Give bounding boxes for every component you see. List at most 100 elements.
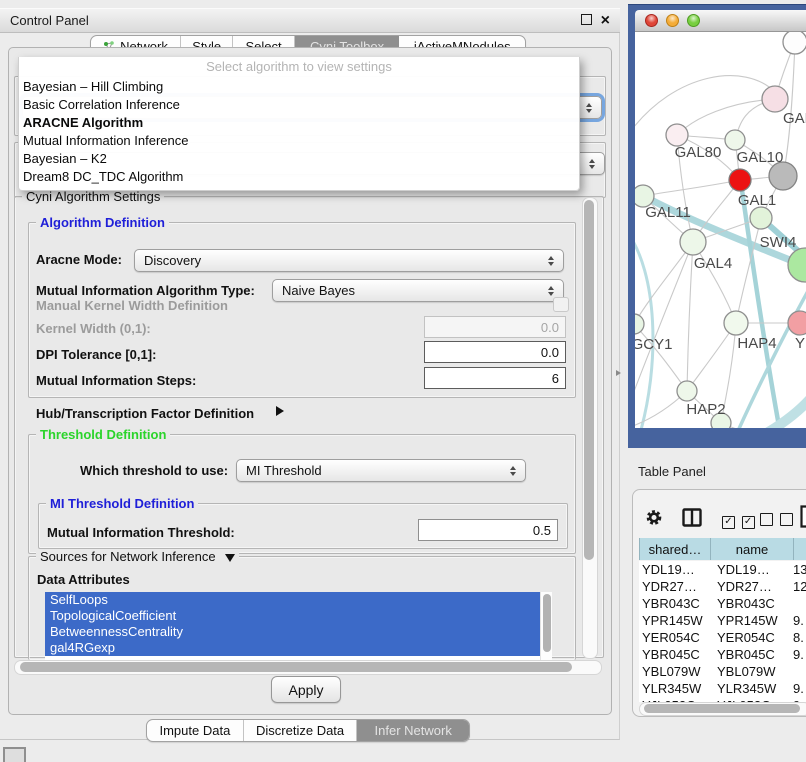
table-header-row: shared… name [639,538,806,560]
tab-discretize-data[interactable]: Discretize Data [244,720,358,741]
mi-steps-label: Mutual Information Steps: [36,373,196,388]
node-gcy1[interactable] [635,314,644,334]
new-column-button[interactable] [800,505,806,531]
mi-type-combo[interactable]: Naive Bayes [272,279,564,302]
list-item[interactable]: SelfLoops [45,592,546,608]
dpi-tolerance-label: DPI Tolerance [0,1]: [36,347,156,362]
algorithm-option[interactable]: Bayesian – Hill Climbing [19,78,579,96]
select-all-button[interactable]: ✓ ✓ [722,512,755,529]
settings-horizontal-scrollbar[interactable] [14,660,602,675]
list-item[interactable]: BetweennessCentrality [45,624,546,640]
kernel-width-label: Kernel Width (0,1): [36,321,151,336]
table-row[interactable]: YER054CYER054C8. [639,629,806,646]
algorithm-option[interactable]: Bayesian – K2 [19,150,579,168]
column-header-cut[interactable] [794,538,806,560]
combo-arrows-icon [542,286,554,296]
settings-vertical-scrollbar[interactable] [582,197,598,659]
checked-box-icon: ✓ [722,516,735,529]
algorithm-option[interactable]: Basic Correlation Inference [19,96,579,114]
aracne-mode-combo[interactable]: Discovery [134,249,564,272]
table-row[interactable]: YBR043CYBR043C [639,595,806,612]
dock-corner-button[interactable] [3,747,26,762]
control-panel-titlebar[interactable]: Control Panel × [0,8,620,33]
table-row[interactable]: YPR145WYPR145W9. [639,612,806,629]
zoom-window-icon[interactable] [687,14,700,27]
node-hap2[interactable] [677,381,697,401]
network-graph: GAL GAL80 GAL10 GAL1 GAL11 SWI4 GAL4 GCY… [635,32,806,428]
node-gal1-selected[interactable] [729,169,751,191]
hub-definition-toggle-label[interactable]: Hub/Transcription Factor Definition [36,406,254,421]
node-label: GAL11 [645,204,691,221]
combo-arrows-icon [504,466,516,476]
table-settings-button[interactable] [645,508,663,530]
table-row[interactable]: YBR045CYBR045C9. [639,646,806,663]
table-panel-header: Table Panel [621,455,806,487]
column-layout-button[interactable] [682,508,702,530]
close-panel-button[interactable]: × [601,15,610,27]
algorithm-option-selected[interactable]: ARACNE Algorithm [19,114,579,132]
tab-impute-data[interactable]: Impute Data [147,720,244,741]
algorithm-option[interactable]: Mutual Information Inference [19,132,579,150]
data-attributes-label: Data Attributes [37,572,130,587]
mi-steps-input[interactable] [424,367,566,389]
node-label: SWI4 [760,234,797,251]
node-gal4[interactable] [680,229,706,255]
minimize-window-icon[interactable] [666,14,679,27]
node-label: GCY1 [635,336,672,353]
algorithm-dropdown-popup: Select algorithm to view settings Bayesi… [18,57,580,191]
collapse-arrow-icon[interactable] [225,554,235,562]
node-swi4[interactable] [750,207,772,229]
mi-threshold-title: MI Threshold Definition [46,496,198,511]
apply-button[interactable]: Apply [271,676,341,703]
float-icon [581,14,592,25]
node-gal-cut[interactable] [762,86,788,112]
control-panel-title: Control Panel [10,13,89,28]
node-hap4[interactable] [724,311,748,335]
node-salmon[interactable] [788,311,806,335]
mi-threshold-label: Mutual Information Threshold: [47,525,235,540]
dpi-tolerance-input[interactable] [424,341,566,363]
screen: Control Panel × Network Style Select Cyn… [0,0,806,762]
network-canvas[interactable]: GAL GAL80 GAL10 GAL1 GAL11 SWI4 GAL4 GCY… [635,32,806,428]
node-unlabeled[interactable] [783,32,806,54]
threshold-definition-title: Threshold Definition [36,427,170,442]
close-window-icon[interactable] [645,14,658,27]
node-label: GAL80 [675,144,722,161]
algorithm-option[interactable]: Dream8 DC_TDC Algorithm [19,168,579,186]
splitter-collapse-arrow[interactable] [616,370,621,376]
node-label: HAP4 [737,335,776,352]
gear-icon [645,508,663,527]
manual-kernel-label: Manual Kernel Width Definition [36,298,228,313]
combo-arrows-icon [580,103,592,113]
list-item[interactable]: gal4RGexp [45,640,546,656]
float-panel-button[interactable] [581,13,592,28]
column-header-shared[interactable]: shared… [640,538,711,560]
node-gray[interactable] [769,162,797,190]
table-row[interactable]: YDL19…YDL19…13 [639,561,806,578]
combo-arrows-icon [583,159,595,169]
tab-infer-network[interactable]: Infer Network [357,720,469,741]
algorithm-popup-prompt: Select algorithm to view settings [19,57,579,76]
list-scrollbar[interactable] [540,592,552,660]
node-big-green[interactable] [788,248,806,282]
table-row[interactable]: YDR27…YDR27…12 [639,578,806,595]
list-item[interactable]: TopologicalCoefficient [45,608,546,624]
network-window-titlebar[interactable] [635,10,806,32]
deselect-all-button[interactable] [760,513,793,529]
node-label: GAL1 [738,192,776,209]
column-header-name[interactable]: name [711,538,794,560]
table-row[interactable]: YLR345WYLR345W9. [639,680,806,697]
expand-arrow-icon[interactable] [276,406,284,416]
node-gal80[interactable] [666,124,688,146]
mi-threshold-input[interactable] [418,519,558,541]
cyni-bottom-tabs: Impute Data Discretize Data Infer Networ… [146,719,470,742]
kernel-width-input[interactable] [424,316,566,338]
manual-kernel-checkbox[interactable] [553,297,569,312]
sources-title[interactable]: Sources for Network Inference [36,549,239,564]
table-row[interactable]: YBL079WYBL079W [639,663,806,680]
node-gal10[interactable] [725,130,745,150]
table-horizontal-scrollbar[interactable] [639,702,806,716]
table-panel-title: Table Panel [638,464,706,479]
checked-box-icon: ✓ [742,516,755,529]
which-threshold-combo[interactable]: MI Threshold [236,459,526,482]
